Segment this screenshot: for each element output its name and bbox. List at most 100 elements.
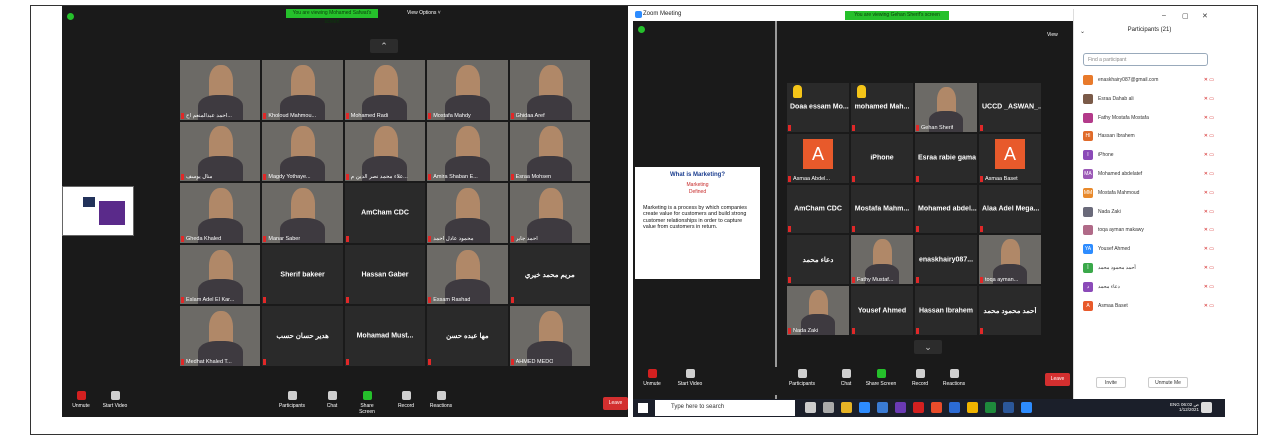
right-unmute-button[interactable]: Unmute — [641, 369, 663, 387]
participant-tile[interactable]: احمد جابر — [509, 183, 590, 243]
participant-list-item[interactable]: A Asmaa Baset ✕ ▭ — [1083, 297, 1218, 315]
zoom-taskbar-icon[interactable] — [1021, 402, 1032, 413]
participant-tile[interactable]: Essam Rashad — [427, 244, 508, 305]
right-chat-button[interactable]: Chat — [838, 369, 854, 387]
notifications-icon[interactable] — [1201, 402, 1212, 413]
participant-tile[interactable]: Amira Shaban E... — [427, 121, 508, 182]
right-start-video-button[interactable]: Start Video — [675, 369, 705, 387]
participant-tile[interactable]: UCCD _ASWAN_... — [979, 83, 1041, 132]
participant-list-item[interactable]: MA Mohamed abdelatef ✕ ▭ — [1083, 165, 1218, 183]
unmute-button[interactable]: Unmute — [70, 391, 92, 409]
participant-tile[interactable]: Magdy Yothaye... — [262, 121, 343, 182]
view-options-button[interactable]: View Options ˅ — [407, 9, 441, 18]
cortana-icon[interactable] — [805, 402, 816, 413]
participant-tile[interactable]: iPhone — [851, 133, 913, 183]
participant-search-input[interactable]: Find a participant — [1083, 53, 1208, 66]
taskbar-search-input[interactable]: Type here to search — [655, 400, 795, 416]
participant-tile[interactable]: Hassan Ibrahem — [915, 286, 977, 335]
participant-tile[interactable]: أحمد محمود محمد — [979, 286, 1041, 335]
share-screen-button[interactable]: Share Screen — [352, 391, 382, 415]
participant-list-item[interactable]: MM Mostafa Mahmoud ✕ ▭ — [1083, 184, 1218, 202]
word-icon[interactable] — [1003, 402, 1014, 413]
participant-tile[interactable]: Manar Saber — [262, 183, 343, 243]
scroll-up-button[interactable]: ⌃ — [370, 39, 398, 53]
participant-tile[interactable]: AmCham CDC — [787, 184, 849, 234]
right-share-screen-button[interactable]: Share Screen — [865, 369, 897, 387]
participant-tile[interactable]: Yousef Ahmed — [851, 286, 913, 335]
participant-tile[interactable]: Doaa essam Mo... — [787, 83, 849, 132]
participant-tile[interactable]: Esraa Mohsen — [509, 121, 590, 182]
excel-icon[interactable] — [985, 402, 996, 413]
right-leave-button[interactable]: Leave — [1045, 373, 1070, 386]
participant-tile[interactable]: مها عبده حسن — [427, 306, 508, 366]
encryption-shield-icon[interactable] — [67, 13, 74, 20]
participant-list-item[interactable]: أ أحمد محمود محمد ✕ ▭ — [1083, 259, 1218, 277]
participant-tile[interactable]: Mostafa Mahm... — [851, 184, 913, 234]
participant-tile[interactable]: toqa ayman... — [979, 235, 1041, 285]
task-view-icon[interactable] — [823, 402, 834, 413]
unmute-me-button[interactable]: Unmute Me — [1148, 377, 1188, 388]
encryption-shield-icon[interactable] — [638, 26, 645, 33]
right-participants-button[interactable]: Participants — [785, 369, 819, 387]
start-video-button[interactable]: Start Video — [100, 391, 130, 409]
invite-button[interactable]: Invite — [1096, 377, 1126, 388]
right-reactions-button[interactable]: Reactions — [940, 369, 968, 387]
participant-tile[interactable]: Mostafa Mahdy — [427, 60, 508, 120]
record-button[interactable]: Record — [395, 391, 417, 409]
minimize-button[interactable]: – — [1162, 12, 1166, 19]
participant-list-item[interactable]: Fathy Mostafa Mostafa ✕ ▭ — [1083, 109, 1218, 127]
participant-list-item[interactable]: د دعاء محمد ✕ ▭ — [1083, 278, 1218, 296]
participant-tile[interactable]: A Asmaa Abdel... — [787, 133, 849, 183]
clock-date[interactable]: 1/12/2021 — [1179, 407, 1199, 412]
participant-tile[interactable]: علاء محمد نصر الدين م... — [344, 121, 426, 182]
scroll-down-button[interactable]: ⌄ — [914, 340, 942, 354]
right-record-button[interactable]: Record — [909, 369, 931, 387]
left-shared-screen-thumbnail[interactable] — [62, 186, 134, 236]
participant-tile[interactable]: Kholoud Mahmou... — [262, 60, 343, 120]
participant-tile[interactable]: Fathy Mustaf... — [851, 235, 913, 285]
store-icon[interactable] — [859, 402, 870, 413]
participant-list-item[interactable]: IiPhone ✕ ▭ — [1083, 146, 1218, 164]
participant-tile[interactable]: Mohamad Must... — [344, 306, 426, 366]
powerpoint-icon[interactable] — [967, 402, 978, 413]
view-button[interactable]: View — [1047, 31, 1058, 40]
participant-tile[interactable]: Nada Zaki — [787, 286, 849, 335]
participant-tile[interactable]: AmCham CDC — [344, 183, 426, 243]
participant-tile[interactable]: enaskhairy087... — [915, 235, 977, 285]
participants-button[interactable]: Participants — [275, 391, 309, 409]
chat-button[interactable]: Chat — [324, 391, 340, 409]
edge-icon[interactable] — [949, 402, 960, 413]
left-leave-button[interactable]: Leave — [603, 397, 628, 410]
participant-tile[interactable]: Alaa Adel Mega... — [979, 184, 1041, 234]
participant-tile[interactable]: A Asmaa Baset — [979, 133, 1041, 183]
participant-tile[interactable]: Gehan Sherif — [915, 83, 977, 132]
participant-list-item[interactable]: Nada Zaki ✕ ▭ — [1083, 203, 1218, 221]
participant-tile[interactable]: Hassan Gaber — [344, 244, 426, 305]
chrome-icon[interactable] — [931, 402, 942, 413]
mail-icon[interactable] — [877, 402, 888, 413]
participant-tile[interactable]: Eslam Adel El Kar... — [180, 244, 261, 305]
participant-tile[interactable]: Medhat Khaled T... — [180, 306, 261, 366]
right-view-options-button[interactable]: View Options ˅ — [958, 11, 992, 20]
participant-list-item[interactable]: HI Hassan Ibrahem ✕ ▭ — [1083, 127, 1218, 145]
participant-tile[interactable]: دعاء محمد — [787, 235, 849, 285]
participant-tile[interactable]: مريم محمد خيري — [509, 244, 590, 305]
visio-icon[interactable] — [895, 402, 906, 413]
participant-tile[interactable]: Ghidaa Aref — [509, 60, 590, 120]
participant-tile[interactable]: Esraa rabie gama — [915, 133, 977, 183]
split-divider[interactable] — [775, 21, 777, 401]
participant-tile[interactable]: Mohamed abdel... — [915, 184, 977, 234]
participant-tile[interactable]: محمود عادل احمد — [427, 183, 508, 243]
reactions-button[interactable]: Reactions — [427, 391, 455, 409]
maximize-button[interactable]: ▢ — [1182, 12, 1189, 20]
participant-tile[interactable]: AHMED MEDO — [509, 306, 590, 366]
file-explorer-icon[interactable] — [841, 402, 852, 413]
windows-start-icon[interactable] — [638, 403, 648, 413]
participant-tile[interactable]: هدير حسان حسب — [262, 306, 343, 366]
participant-tile[interactable]: Gheda Khaled — [180, 183, 261, 243]
participant-list-item[interactable]: YA Yousef Ahmed ✕ ▭ — [1083, 240, 1218, 258]
close-button[interactable]: ✕ — [1202, 12, 1208, 20]
participant-list-item[interactable]: enaskhairy087@gmail.com ✕ ▭ — [1083, 71, 1218, 89]
participant-list-item[interactable]: toqa ayman makawy ✕ ▭ — [1083, 221, 1218, 239]
participant-list-item[interactable]: Esraa Dahab ali ✕ ▭ — [1083, 90, 1218, 108]
